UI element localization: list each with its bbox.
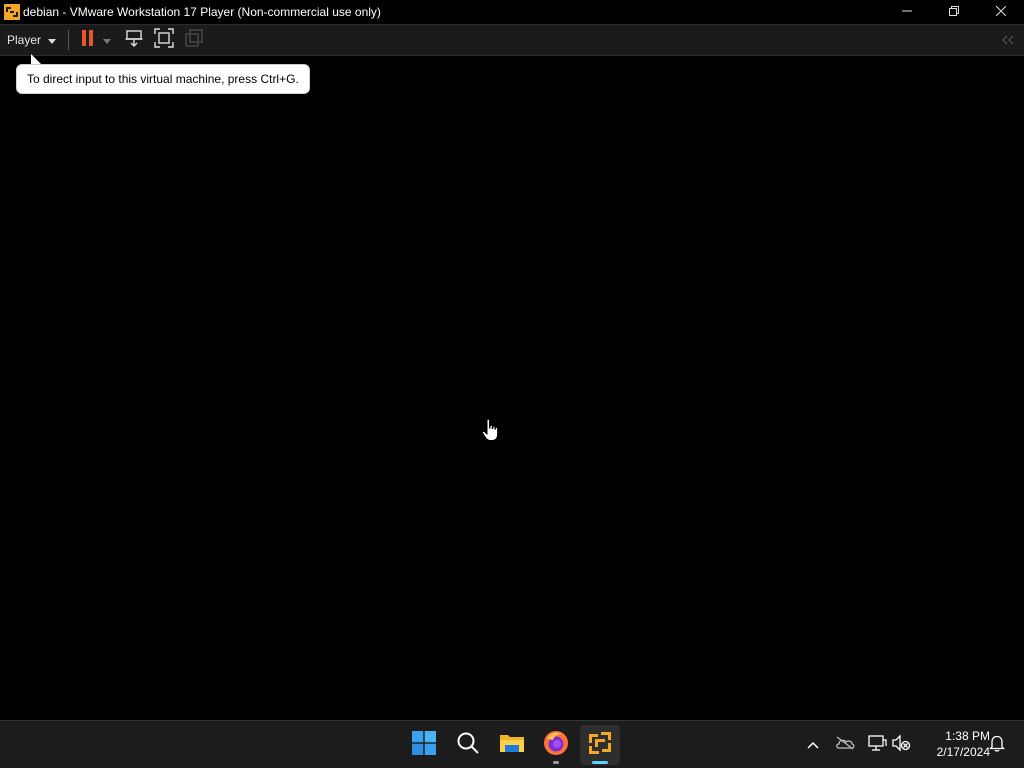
tooltip-text: To direct input to this virtual machine,… [27, 72, 299, 86]
onedrive-button[interactable] [833, 733, 857, 757]
vmware-player-icon [587, 730, 613, 761]
collapse-toolbar-button[interactable] [1000, 32, 1016, 48]
network-button[interactable] [865, 733, 889, 757]
file-explorer-button[interactable] [492, 725, 532, 765]
volume-button[interactable] [889, 733, 913, 757]
search-icon [456, 731, 480, 760]
start-button[interactable] [404, 725, 444, 765]
chevron-down-icon [48, 33, 57, 47]
vmware-logo-icon [4, 4, 20, 20]
network-icon [867, 734, 887, 757]
minimize-button[interactable] [883, 0, 930, 24]
double-chevron-left-icon [1001, 31, 1015, 49]
chevron-down-icon [103, 31, 112, 49]
player-menu-label: Player [7, 33, 42, 47]
close-button[interactable] [977, 0, 1024, 24]
windows-taskbar [0, 720, 1024, 768]
unity-button[interactable] [179, 27, 209, 53]
window-title: debian - VMware Workstation 17 Player (N… [23, 5, 381, 19]
taskbar-clock[interactable]: 1:38 PM 2/17/2024 [916, 728, 990, 760]
firefox-button[interactable] [536, 725, 576, 765]
hand-cursor-icon [481, 418, 499, 441]
input-hint-tooltip: To direct input to this virtual machine,… [16, 64, 310, 94]
send-ctrl-alt-del-icon [125, 29, 143, 52]
running-indicator [553, 761, 559, 764]
toolbar-separator [68, 30, 70, 50]
send-ctrl-alt-del-button[interactable] [119, 27, 149, 53]
pause-dropdown-button[interactable] [99, 27, 115, 53]
minimize-icon [901, 3, 912, 21]
vm-display[interactable] [0, 57, 1024, 720]
full-screen-icon [154, 27, 174, 53]
pause-button[interactable] [77, 27, 99, 53]
player-toolbar: Player [0, 24, 1024, 56]
notification-bell-icon [988, 734, 1006, 757]
restore-button[interactable] [930, 0, 977, 24]
restore-icon [948, 3, 959, 21]
clock-date: 2/17/2024 [936, 745, 990, 759]
file-explorer-icon [499, 732, 525, 759]
clock-time: 1:38 PM [945, 729, 990, 743]
chevron-up-icon [807, 736, 819, 754]
volume-muted-icon [891, 733, 911, 757]
onedrive-icon [835, 735, 855, 755]
pause-icon [81, 29, 95, 51]
player-menu-button[interactable]: Player [0, 27, 62, 53]
unity-icon [185, 28, 203, 52]
windows-start-icon [412, 730, 436, 760]
search-button[interactable] [448, 725, 488, 765]
window-title-bar[interactable]: debian - VMware Workstation 17 Player (N… [0, 0, 1024, 24]
active-indicator [592, 761, 608, 764]
close-icon [995, 3, 1006, 21]
full-screen-button[interactable] [149, 27, 179, 53]
firefox-icon [543, 730, 569, 761]
vmware-player-button[interactable] [580, 725, 620, 765]
show-hidden-icons-button[interactable] [801, 733, 825, 757]
